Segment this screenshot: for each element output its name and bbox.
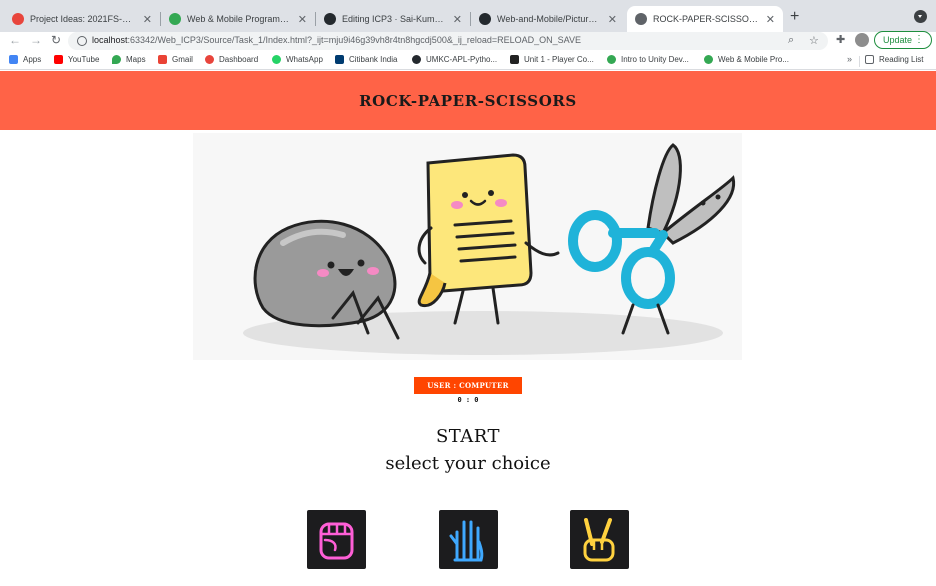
bookmark-gmail[interactable]: Gmail [158, 55, 193, 64]
bookmark-dashboard[interactable]: Dashboard [205, 55, 258, 64]
recycle-icon [607, 55, 616, 64]
game-status: START [435, 426, 501, 447]
bookmark-apps[interactable]: Apps [9, 55, 41, 64]
scissors-choice-button[interactable] [570, 510, 629, 569]
whatsapp-icon [272, 55, 281, 64]
close-tab-icon[interactable]: ✕ [453, 13, 462, 26]
choice-prompt: select your choice [385, 453, 551, 474]
bookmark-whatsapp[interactable]: WhatsApp [272, 55, 323, 64]
paper-choice-button[interactable] [439, 510, 498, 569]
apps-grid-icon [9, 55, 18, 64]
hand-icon [449, 520, 484, 562]
more-bookmarks-icon[interactable]: » [847, 54, 852, 64]
tab-strip: Project Ideas: 2021FS-CSEE-5 ✕ Web & Mob… [0, 0, 936, 32]
back-icon[interactable]: ← [9, 33, 21, 47]
unity-icon [510, 55, 519, 64]
tab-search-icon[interactable] [914, 10, 927, 23]
reload-icon[interactable]: ↻ [51, 33, 61, 47]
youtube-icon [54, 55, 63, 64]
update-button[interactable]: Update ⋮ [874, 31, 932, 49]
bookmark-intro-unity[interactable]: Intro to Unity Dev... [607, 55, 689, 64]
tab-web-mobile[interactable]: Web & Mobile Programming : P ✕ [161, 6, 315, 32]
tab-title: Web & Mobile Programming : P [187, 14, 292, 24]
bookmark-youtube[interactable]: YouTube [54, 55, 99, 64]
github-icon [412, 55, 421, 64]
tab-editing-icp3[interactable]: Editing ICP3 · Sai-Kumar-Gor ✕ [316, 6, 470, 32]
bookmark-web-mobile[interactable]: Web & Mobile Pro... [704, 55, 789, 64]
zoom-search-icon[interactable]: ⌕ [788, 34, 794, 47]
tab-title: Project Ideas: 2021FS-CSEE-5 [30, 14, 137, 24]
peace-icon [583, 518, 615, 562]
address-bar[interactable]: localhost:63342/Web_ICP3/Source/Task_1/I… [68, 32, 828, 50]
bookmark-star-icon[interactable]: ☆ [809, 34, 819, 47]
tab-title: ROCK-PAPER-SCISSORS [653, 14, 760, 24]
scissors-character [568, 143, 736, 335]
bookmark-maps[interactable]: Maps [112, 55, 146, 64]
close-tab-icon[interactable]: ✕ [298, 13, 307, 26]
recycle-favicon-icon [169, 13, 181, 25]
canvas-icon [205, 55, 214, 64]
url-text: localhost:63342/Web_ICP3/Source/Task_1/I… [92, 35, 581, 45]
canvas-favicon-icon [12, 13, 24, 25]
profile-avatar[interactable] [855, 33, 869, 47]
page-header: ROCK-PAPER-SCISSORS [0, 71, 936, 130]
google-icon [158, 55, 167, 64]
citi-icon [335, 55, 344, 64]
github-favicon-icon [479, 13, 491, 25]
recycle-icon [704, 55, 713, 64]
extensions-puzzle-icon[interactable]: ✚ [836, 33, 845, 46]
menu-dots-icon: ⋮ [914, 34, 924, 45]
fist-icon [319, 522, 354, 560]
tab-title: Web-and-Mobile/Picture1.png [497, 14, 602, 24]
bookmarks-bar: Apps YouTube Maps Gmail Dashboard WhatsA… [0, 52, 936, 70]
site-info-icon[interactable] [77, 36, 87, 46]
github-favicon-icon [324, 13, 336, 25]
close-tab-icon[interactable]: ✕ [608, 13, 617, 26]
bookmark-unit1[interactable]: Unit 1 - Player Co... [510, 55, 594, 64]
close-tab-icon[interactable]: ✕ [143, 13, 152, 26]
reading-list-button[interactable]: Reading List [865, 55, 923, 64]
bookmark-citibank[interactable]: Citibank India [335, 55, 397, 64]
score-value: 0 : 0 [457, 396, 479, 404]
reading-list-icon [865, 55, 874, 64]
tab-project-ideas[interactable]: Project Ideas: 2021FS-CSEE-5 ✕ [4, 6, 160, 32]
page-title: ROCK-PAPER-SCISSORS [359, 91, 577, 110]
score-label-badge: USER : COMPUTER [414, 377, 522, 394]
hero-illustration [193, 133, 742, 360]
tab-picture1[interactable]: Web-and-Mobile/Picture1.png ✕ [471, 6, 625, 32]
maps-pin-icon [112, 55, 121, 64]
rock-choice-button[interactable] [307, 510, 366, 569]
rock-paper-scissors-illustration [243, 143, 736, 355]
tab-title: Editing ICP3 · Sai-Kumar-Gor [342, 14, 447, 24]
new-tab-button[interactable]: + [790, 8, 799, 26]
browser-toolbar: ← → ↻ localhost:63342/Web_ICP3/Source/Ta… [0, 32, 936, 52]
paper-character [417, 153, 560, 325]
bookmark-umkc-apl[interactable]: UMKC-APL-Pytho... [412, 55, 497, 64]
close-tab-icon[interactable]: ✕ [766, 13, 775, 26]
forward-icon[interactable]: → [30, 33, 42, 47]
globe-favicon-icon [635, 13, 647, 25]
tab-rock-paper-scissors[interactable]: ROCK-PAPER-SCISSORS ✕ [627, 6, 783, 32]
